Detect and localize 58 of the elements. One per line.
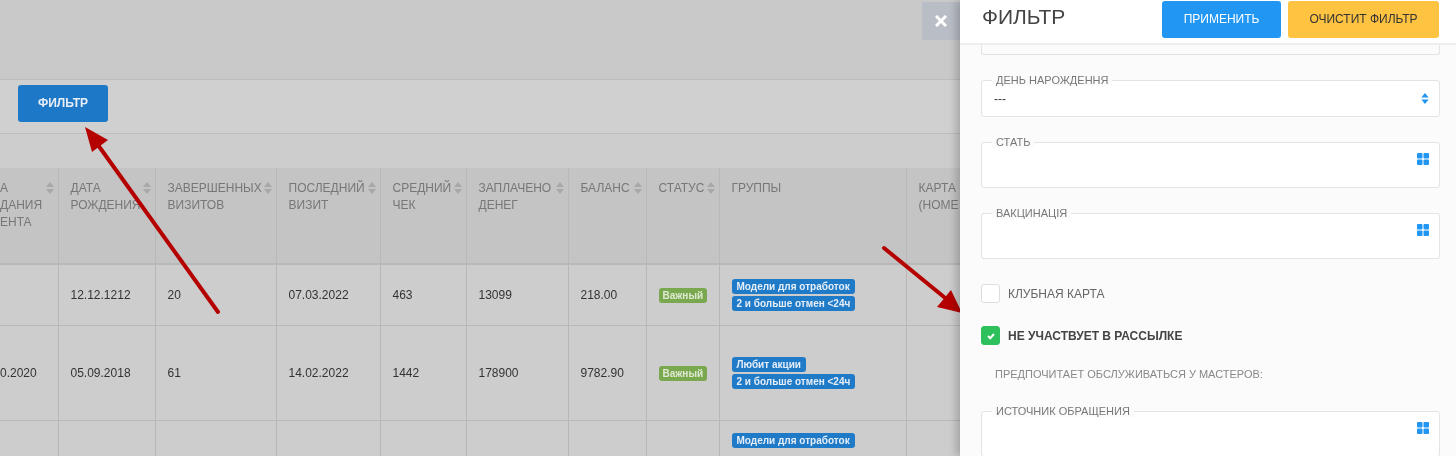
table-cell: 0.2020: [0, 365, 37, 380]
column-header[interactable]: КАРТА (НОМЕ: [906, 168, 960, 264]
group-tag: 2 и больше отмен <24ч: [731, 295, 856, 311]
column-header[interactable]: БАЛАНС: [568, 168, 646, 264]
field-label: СТАТЬ: [992, 136, 1035, 148]
group-tag: Модели для отработок: [731, 278, 855, 294]
close-icon: [935, 15, 947, 27]
status-badge: Важный: [658, 287, 708, 303]
column-header[interactable]: ЗАПЛАЧЕНО ДЕНЕГ: [466, 168, 568, 264]
table-cell: 12.12.1212: [70, 287, 131, 302]
sort-icon: [263, 182, 272, 194]
column-header[interactable]: ПОСЛЕДНИЙ ВИЗИТ: [276, 168, 380, 264]
column-header[interactable]: А ДАНИЯ ЕНТА: [0, 168, 58, 264]
checkbox-label: НЕ УЧАСТВУЕТ В РАССЫЛКЕ: [1008, 328, 1183, 343]
close-button[interactable]: [922, 2, 960, 40]
table-cell: 61: [167, 365, 181, 380]
sort-icon: [706, 182, 715, 194]
sort-icon: [453, 182, 462, 194]
column-header[interactable]: СРЕДНИЙ ЧЕК: [380, 168, 466, 264]
column-header[interactable]: ГРУППЫ: [719, 168, 906, 264]
table-cell: 1442: [392, 365, 420, 380]
table-cell: 218.00: [580, 287, 618, 302]
group-tag: 2 и больше отмен <24ч: [731, 373, 856, 389]
grid-icon: [1417, 422, 1429, 434]
panel-title: ФИЛЬТР: [982, 4, 1067, 29]
checkbox[interactable]: [981, 326, 1000, 345]
group-tag: Любит акции: [731, 356, 806, 372]
column-header[interactable]: ЗАВЕРШЕННЫХ ВИЗИТОВ: [155, 168, 276, 264]
field-label: ДЕНЬ НАРОЖДЕННЯ: [992, 74, 1113, 86]
sort-icon: [555, 182, 564, 194]
table-cell: 463: [392, 287, 413, 302]
sort-icon: [142, 182, 151, 194]
table-cell: 05.09.2018: [70, 365, 131, 380]
table-cell: 14.02.2022: [288, 365, 349, 380]
field-label: ИСТОЧНИК ОБРАЩЕНИЯ: [992, 405, 1134, 417]
status-badge: Важный: [658, 365, 708, 381]
table-cell: 07.03.2022: [288, 287, 349, 302]
grid-icon: [1417, 224, 1429, 236]
group-tag: Модели для отработок: [731, 432, 855, 448]
table-cell: 20: [167, 287, 181, 302]
table-cell: 9782.90: [580, 365, 624, 380]
dropdown-arrows-icon: [1421, 93, 1429, 104]
field-value: ---: [994, 91, 1006, 106]
field-label: ВАКЦИНАЦІЯ: [992, 207, 1072, 219]
clear-filter-button[interactable]: ОЧИСТИТ ФИЛЬТР: [1288, 0, 1439, 38]
checkbox-label: КЛУБНАЯ КАРТА: [1008, 286, 1105, 301]
column-header[interactable]: ДАТА РОЖДЕНИЯ: [58, 168, 155, 264]
sort-icon: [45, 182, 54, 194]
table-cell: 13099: [478, 287, 512, 302]
sort-icon: [633, 182, 642, 194]
column-header[interactable]: СТАТУС: [646, 168, 719, 264]
section-label: ПРЕДПОЧИТАЕТ ОБСЛУЖИВАТЬСЯ У МАСТЕРОВ:: [995, 368, 1263, 380]
table-cell: 178900: [478, 365, 519, 380]
grid-icon: [1417, 153, 1429, 165]
sort-icon: [367, 182, 376, 194]
filter-button[interactable]: ФИЛЬТР: [18, 84, 108, 122]
input-field[interactable]: [981, 45, 1440, 55]
apply-button[interactable]: ПРИМЕНИТЬ: [1162, 0, 1281, 38]
